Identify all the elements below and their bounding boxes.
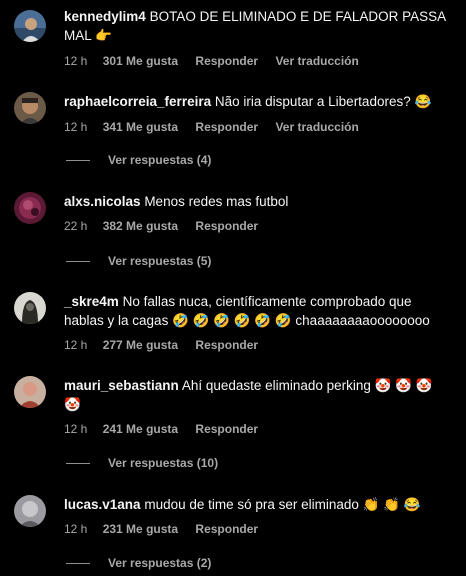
avatar[interactable] [14,376,46,408]
comment-likes[interactable]: 241 Me gusta [103,422,178,436]
comment-username[interactable]: mauri_sebastiann [64,378,179,393]
comment-time: 22 h [64,219,88,233]
reply-button[interactable]: Responder [195,522,258,536]
replies-divider [66,563,90,564]
comment-meta: 22 h 382 Me gusta Responder [64,219,272,233]
reply-button[interactable]: Responder [195,422,258,436]
reply-button[interactable]: Responder [195,219,258,233]
comment-text: Menos redes mas futbol [144,194,289,209]
comment-meta: 12 h 231 Me gusta Responder [64,522,272,536]
comment-body: kennedylim4 BOTAO DE ELIMINADO E DE FALA… [64,7,448,45]
comment-body: lucas.v1ana mudou de time só pra ser eli… [64,495,448,514]
comment-text: Não iria disputar a Libertadores? 😂 [214,94,432,109]
avatar-image [14,376,46,408]
comment-username[interactable]: alxs.nicolas [64,194,141,209]
comment-time: 12 h [64,54,88,68]
comment-text: mudou de time só pra ser eliminado 👏 👏 😂 [144,497,421,512]
comment-username[interactable]: lucas.v1ana [64,497,141,512]
comment-meta: 12 h 241 Me gusta Responder [64,422,272,436]
comment-body: alxs.nicolas Menos redes mas futbol [64,192,448,211]
comment-likes[interactable]: 301 Me gusta [103,54,178,68]
comment-likes[interactable]: 231 Me gusta [103,522,178,536]
comment-time: 12 h [64,422,88,436]
comment-likes[interactable]: 277 Me gusta [103,338,178,352]
comment-username[interactable]: _skre4m [64,294,119,309]
comment-username[interactable]: raphaelcorreia_ferreira [64,94,211,109]
translate-button[interactable]: Ver traducción [275,120,358,134]
translate-button[interactable]: Ver traducción [275,54,358,68]
view-replies-label: Ver respuestas (5) [108,254,212,268]
comment-username[interactable]: kennedylim4 [64,9,146,24]
replies-divider [66,160,90,161]
avatar-image [14,92,46,124]
avatar[interactable] [14,10,46,42]
comment-time: 12 h [64,338,88,352]
avatar-image [14,495,46,527]
comment-body: mauri_sebastiann Ahí quedaste eliminado … [64,376,448,414]
comment-likes[interactable]: 341 Me gusta [103,120,178,134]
comment-meta: 12 h 341 Me gusta Responder Ver traducci… [64,120,373,134]
view-replies-label: Ver respuestas (10) [108,456,219,470]
view-replies-label: Ver respuestas (4) [108,153,212,167]
comment-text: No fallas nuca, científicamente comproba… [64,294,430,328]
comment-time: 12 h [64,120,88,134]
view-replies-label: Ver respuestas (2) [108,556,212,570]
avatar-image [14,192,46,224]
avatar[interactable] [14,495,46,527]
comment-time: 12 h [64,522,88,536]
reply-button[interactable]: Responder [195,54,258,68]
avatar-image [14,10,46,42]
avatar[interactable] [14,292,46,324]
reply-button[interactable]: Responder [195,120,258,134]
comment-meta: 12 h 277 Me gusta Responder [64,338,272,352]
comment-body: raphaelcorreia_ferreira Não iria disputa… [64,92,448,111]
comment-meta: 12 h 301 Me gusta Responder Ver traducci… [64,54,373,68]
comment-body: _skre4m No fallas nuca, científicamente … [64,292,448,330]
replies-divider [66,463,90,464]
comment-likes[interactable]: 382 Me gusta [103,219,178,233]
reply-button[interactable]: Responder [195,338,258,352]
avatar-image [14,292,46,324]
avatar[interactable] [14,92,46,124]
avatar[interactable] [14,192,46,224]
replies-divider [66,261,90,262]
